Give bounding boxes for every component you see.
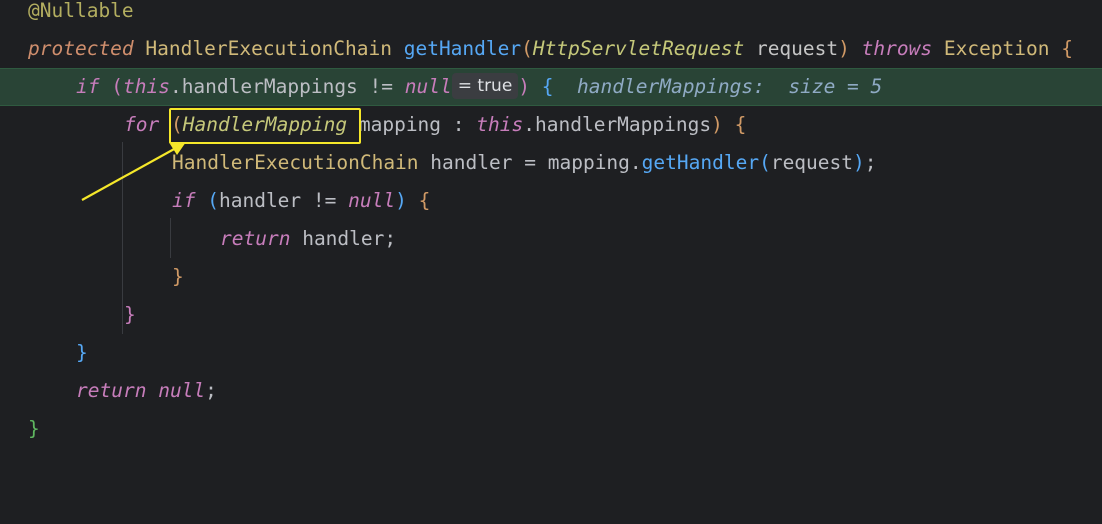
- debug-value-badge[interactable]: = true: [451, 73, 519, 99]
- keyword-null: null: [404, 75, 452, 98]
- var-mapping: mapping: [358, 113, 442, 136]
- annotation-nullable: @Nullable: [28, 0, 134, 22]
- keyword-if: if: [76, 75, 100, 98]
- code-line-10[interactable]: }: [0, 334, 1102, 372]
- var-handler: handler: [430, 151, 513, 174]
- code-line-1[interactable]: @Nullable: [0, 0, 1102, 30]
- code-line-12[interactable]: }: [0, 410, 1102, 448]
- code-editor[interactable]: @Nullable protected HandlerExecutionChai…: [0, 0, 1102, 440]
- keyword-this: this: [122, 75, 170, 98]
- code-line-5[interactable]: HandlerExecutionChain handler = mapping.…: [0, 144, 1102, 182]
- param-name-request: request: [755, 37, 839, 60]
- code-line-3-execution-point[interactable]: if (this.handlerMappings != null = true) …: [0, 68, 1102, 106]
- keyword-throws: throws: [861, 37, 933, 60]
- method-name-gethandler: getHandler: [403, 37, 522, 60]
- code-line-6[interactable]: if (handler != null) {: [0, 182, 1102, 220]
- code-line-8[interactable]: }: [0, 258, 1102, 296]
- debug-inline-hint[interactable]: handlerMappings: size = 5: [577, 75, 882, 98]
- highlight-box: [169, 108, 361, 144]
- code-line-4[interactable]: for (HandlerMapping mapping : this.handl…: [0, 106, 1102, 144]
- keyword-for: for: [124, 113, 160, 136]
- param-type-httpservletrequest: HttpServletRequest: [532, 37, 745, 60]
- keyword-protected: protected: [28, 37, 134, 60]
- code-line-2[interactable]: protected HandlerExecutionChain getHandl…: [0, 30, 1102, 68]
- type-handler-execution-chain: HandlerExecutionChain: [145, 37, 392, 60]
- type-exception: Exception: [943, 37, 1050, 60]
- field-handlermappings: .handlerMappings: [169, 75, 358, 98]
- code-line-11[interactable]: return null;: [0, 372, 1102, 410]
- code-line-7[interactable]: return handler;: [0, 220, 1102, 258]
- keyword-return: return: [220, 227, 291, 250]
- code-line-9[interactable]: }: [0, 296, 1102, 334]
- call-gethandler: getHandler: [641, 151, 760, 174]
